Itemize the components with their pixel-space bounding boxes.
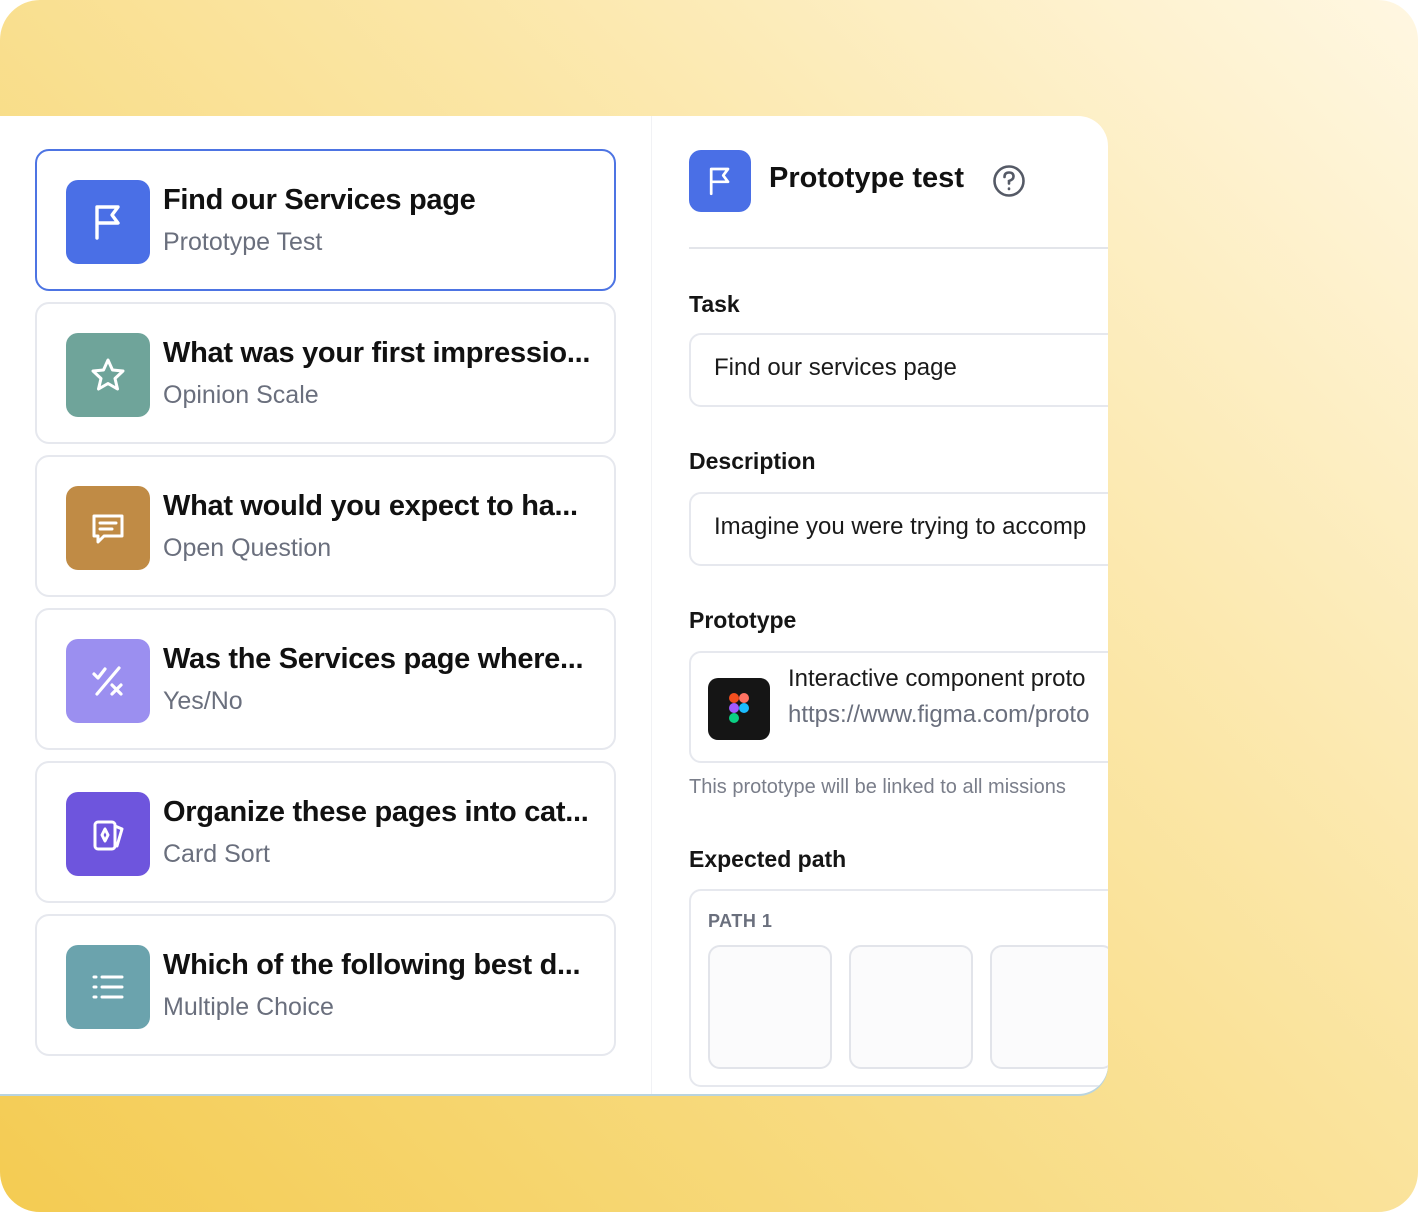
star-icon	[66, 333, 150, 417]
question-title: Find our Services page	[163, 184, 476, 216]
figma-icon	[708, 678, 770, 740]
question-title: What was your first impressio...	[163, 337, 591, 369]
flag-icon	[689, 150, 751, 212]
list-icon	[66, 945, 150, 1029]
yes-no-icon	[66, 639, 150, 723]
question-list: Find our Services page Prototype Test Wh…	[35, 149, 616, 1067]
detail-title: Prototype test	[769, 162, 964, 194]
question-card-yes-no[interactable]: Was the Services page where... Yes/No	[35, 608, 616, 750]
chat-icon	[66, 486, 150, 570]
prototype-label: Prototype	[689, 607, 797, 633]
help-icon[interactable]	[992, 164, 1026, 198]
prototype-field[interactable]: Interactive component proto https://www.…	[689, 651, 1108, 763]
question-card-card-sort[interactable]: Organize these pages into cat... Card So…	[35, 761, 616, 903]
path-step-slot[interactable]	[708, 945, 832, 1069]
question-card-opinion-scale[interactable]: What was your first impressio... Opinion…	[35, 302, 616, 444]
background: Find our Services page Prototype Test Wh…	[0, 0, 1418, 1212]
question-type: Multiple Choice	[163, 993, 334, 1021]
question-title: Organize these pages into cat...	[163, 796, 589, 828]
path-label: PATH 1	[708, 911, 773, 931]
question-type: Card Sort	[163, 840, 270, 868]
editor-panel: Find our Services page Prototype Test Wh…	[0, 116, 1108, 1094]
question-title: Which of the following best d...	[163, 949, 581, 981]
flag-icon	[66, 180, 150, 264]
description-value: Imagine you were trying to accomp	[714, 513, 1087, 540]
question-type: Prototype Test	[163, 228, 323, 256]
question-type: Open Question	[163, 534, 332, 562]
question-type: Yes/No	[163, 687, 243, 715]
question-title: Was the Services page where...	[163, 643, 584, 675]
question-card-multiple-choice[interactable]: Which of the following best d... Multipl…	[35, 914, 616, 1056]
expected-path-label: Expected path	[689, 846, 847, 872]
header-divider	[689, 247, 1108, 249]
column-divider	[651, 116, 652, 1094]
prototype-name: Interactive component proto	[788, 665, 1086, 692]
question-type: Opinion Scale	[163, 381, 319, 409]
path-step-slot[interactable]	[990, 945, 1108, 1069]
question-title: What would you expect to ha...	[163, 490, 578, 522]
description-field[interactable]: Imagine you were trying to accomp	[689, 492, 1108, 566]
prototype-url[interactable]: https://www.figma.com/proto	[788, 701, 1089, 729]
task-value: Find our services page	[714, 354, 957, 381]
task-field[interactable]: Find our services page	[689, 333, 1108, 407]
card-sort-icon	[66, 792, 150, 876]
description-label: Description	[689, 448, 816, 474]
question-card-prototype-test[interactable]: Find our Services page Prototype Test	[35, 149, 616, 291]
path-step-slot[interactable]	[849, 945, 973, 1069]
expected-path-box: PATH 1	[689, 889, 1108, 1087]
question-detail: Prototype test Task Find our services pa…	[689, 116, 1108, 1094]
prototype-note: This prototype will be linked to all mis…	[689, 776, 1066, 798]
task-label: Task	[689, 291, 740, 317]
question-card-open-question[interactable]: What would you expect to ha... Open Ques…	[35, 455, 616, 597]
